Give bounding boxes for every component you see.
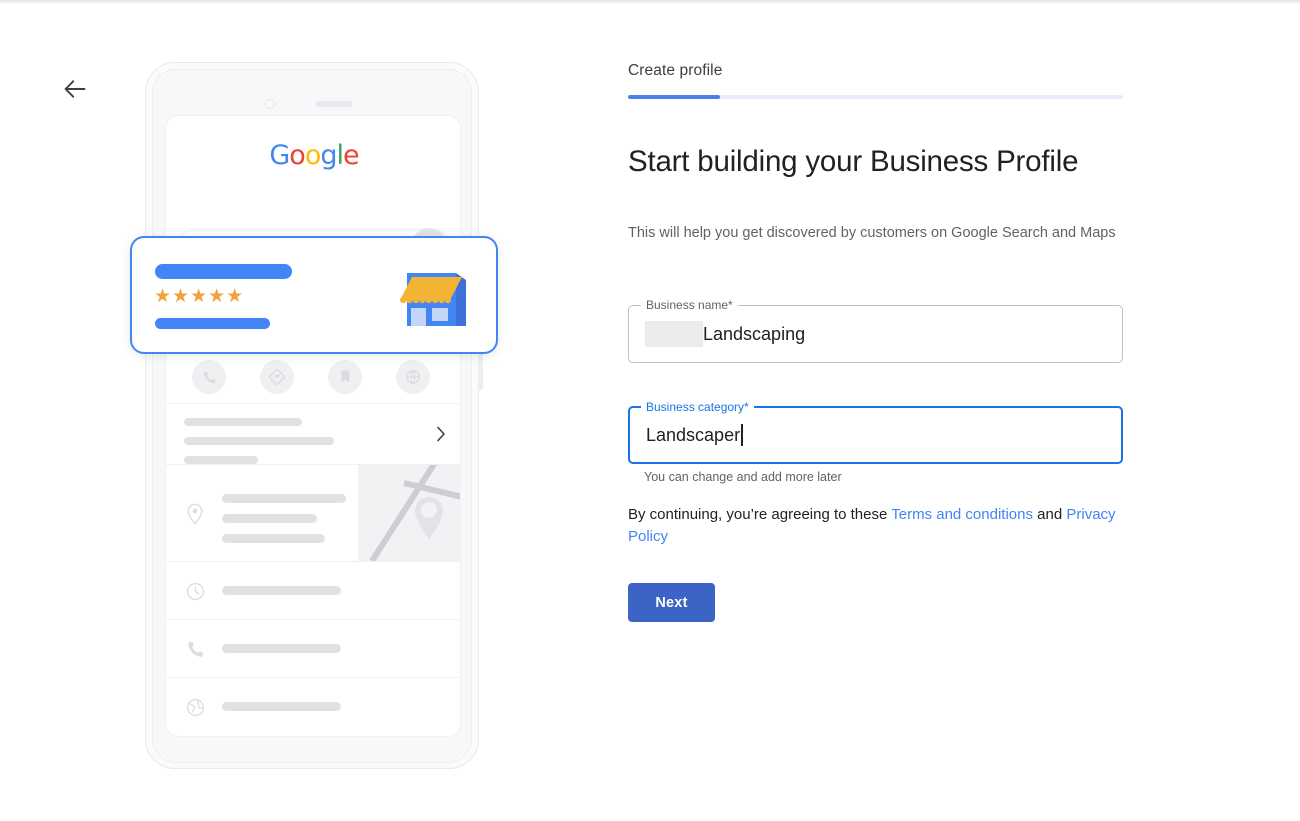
mock-list-row-detail	[166, 404, 460, 465]
mock-text-bar	[222, 586, 341, 595]
business-category-label: Business category*	[641, 400, 754, 414]
legal-prefix: By continuing, you’re agreeing to these	[628, 506, 892, 523]
mock-action-website	[396, 360, 430, 394]
terms-and-conditions-link[interactable]: Terms and conditions	[891, 506, 1033, 523]
directions-icon	[269, 369, 285, 385]
phone-illustration: Google ★★★★★	[130, 58, 498, 773]
clock-icon	[186, 582, 204, 600]
mock-action-call	[192, 360, 226, 394]
phone-speaker	[315, 101, 353, 107]
redacted-text-block	[645, 321, 703, 347]
business-category-value: Landscaper	[646, 424, 743, 446]
business-name-label: Business name*	[641, 298, 738, 312]
business-profile-preview-card: ★★★★★	[130, 236, 498, 354]
mock-action-row	[166, 358, 460, 404]
legal-consent-text: By continuing, you’re agreeing to these …	[628, 504, 1118, 548]
next-button[interactable]: Next	[628, 583, 715, 622]
preview-subtitle-bar	[155, 318, 270, 329]
mock-text-bar	[184, 418, 302, 426]
bookmark-icon	[341, 370, 349, 383]
phone-camera	[265, 99, 275, 109]
mock-row-icon	[184, 580, 206, 602]
mock-list-row-address	[166, 465, 460, 562]
text-caret	[741, 424, 743, 446]
window-chrome-shadow	[0, 0, 1300, 4]
mock-row-icon	[184, 503, 206, 525]
google-logo: Google	[269, 140, 359, 171]
website-icon	[406, 370, 420, 384]
mock-text-bar	[184, 437, 334, 445]
mock-text-bar	[184, 456, 258, 464]
mock-text-bar	[222, 534, 325, 543]
mock-row-icon	[184, 638, 206, 660]
mock-action-save	[328, 360, 362, 394]
mock-map-thumbnail	[358, 465, 460, 561]
page-subtitle: This will help you get discovered by cus…	[628, 225, 1116, 241]
mock-list-row-hours	[166, 562, 460, 620]
mock-text-bar	[222, 644, 341, 653]
business-category-helper-text: You can change and add more later	[644, 470, 842, 484]
mock-text-bar	[222, 702, 341, 711]
step-label: Create profile	[628, 62, 723, 79]
business-category-text: Landscaper	[646, 424, 741, 445]
mock-list-row-phone	[166, 620, 460, 678]
mock-action-directions	[260, 360, 294, 394]
phone-icon	[203, 371, 215, 383]
preview-title-bar	[155, 264, 292, 279]
mock-row-icon	[184, 696, 206, 718]
map-graphic	[358, 465, 460, 561]
progress-bar-fill	[628, 95, 720, 99]
chevron-right-icon	[437, 426, 445, 442]
back-button[interactable]	[58, 72, 92, 106]
mock-list-row-website	[166, 678, 460, 736]
preview-star-rating: ★★★★★	[154, 285, 245, 307]
arrow-left-icon	[64, 80, 86, 98]
page-title: Start building your Business Profile	[628, 145, 1079, 178]
mock-text-bar	[222, 494, 346, 503]
mock-text-bar	[222, 514, 317, 523]
business-category-field[interactable]: Business category* Landscaper	[628, 400, 1123, 464]
phone-screen: Google	[165, 115, 461, 737]
legal-middle: and	[1032, 506, 1067, 523]
globe-icon	[186, 698, 204, 716]
progress-bar-track	[628, 95, 1123, 99]
location-pin-icon	[187, 503, 203, 525]
create-profile-page: Google ★★★★★ Create profile Start buildi…	[0, 0, 1300, 821]
storefront-icon	[398, 266, 476, 337]
business-name-value: Landscaping	[645, 321, 805, 347]
business-name-text: Landscaping	[703, 323, 806, 344]
business-name-field[interactable]: Business name* Landscaping	[628, 298, 1123, 363]
phone-icon	[187, 641, 203, 657]
